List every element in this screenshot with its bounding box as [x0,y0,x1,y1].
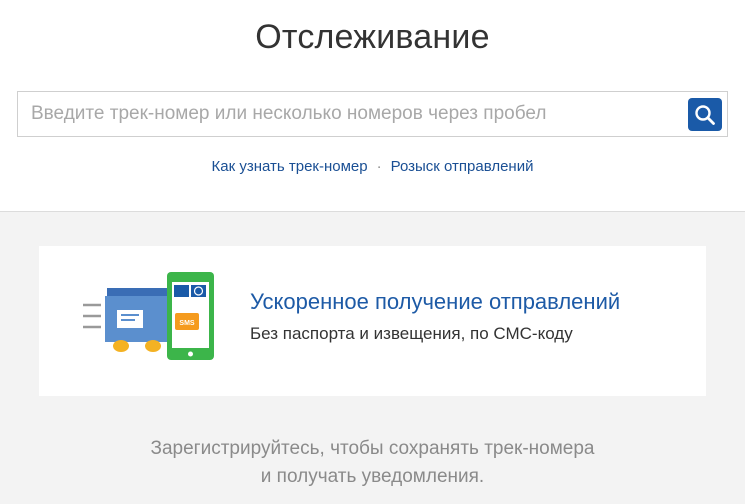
register-prompt-line-2: и получать уведомления. [260,466,485,487]
tracking-search-box [17,91,728,137]
phone-sms-parcel-icon: SMS [83,272,214,360]
search-icon [695,105,715,125]
sms-label: SMS [179,320,195,327]
track-number-input[interactable] [18,92,678,136]
register-prompt: Зарегистрируйтесь, чтобы сохранять трек-… [0,435,745,491]
how-to-find-track-number-link[interactable]: Как узнать трек-номер [212,158,368,175]
help-links: Как узнать трек-номер · Розыск отправлений [0,158,745,175]
promo-title: Ускоренное получение отправлений [250,289,621,314]
link-separator: · [376,158,382,175]
page-title: Отслеживание [255,18,490,56]
tracking-header-panel: Отслеживание Как узнать трек-номер · Розыс… [0,0,745,212]
promo-subtitle: Без паспорта и извещения, по СМС-коду [250,324,573,343]
search-shipments-link[interactable]: Розыск отправлений [391,158,534,175]
fast-delivery-promo-card[interactable]: SMS Ускоренное получение отправлений Без… [39,246,706,396]
register-prompt-line-1: Зарегистрируйтесь, чтобы сохранять трек-… [150,438,595,459]
search-button[interactable] [688,98,722,131]
